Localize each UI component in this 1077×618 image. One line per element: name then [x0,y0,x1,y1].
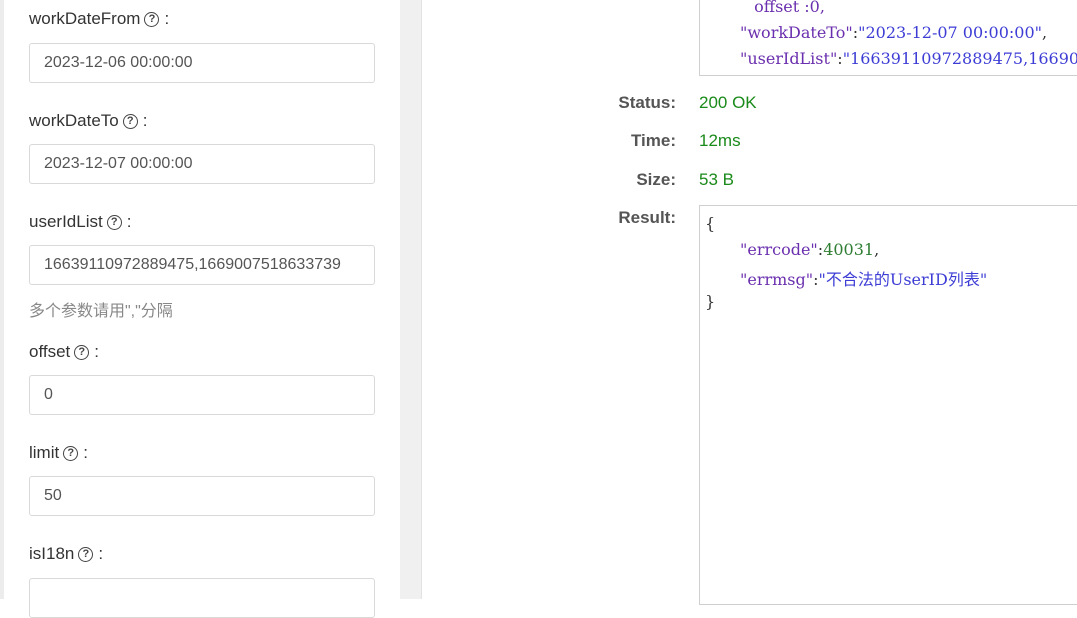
help-icon[interactable]: ? [144,11,160,27]
size-value: 53 B [699,170,734,189]
code-line: offset :0, [749,0,825,16]
field-label-text: userIdList [29,212,103,231]
panel-edge [0,0,4,599]
code-line: { [705,214,715,233]
code-line: "userIdList":"16639110972889475,166900 [740,49,1077,68]
isi18n-label: isI18n ? : [29,544,103,564]
colon: : [126,212,132,231]
json-key: "userIdList" [740,49,838,68]
workdateto-input[interactable] [29,144,375,184]
help-icon[interactable]: ? [122,113,138,129]
colon: : [164,9,170,28]
code-line: "workDateTo":"2023-12-07 00:00:00", [740,23,1047,42]
json-string: "不合法的UserID列表" [818,270,988,289]
request-params-panel: workDateFrom ? : workDateTo ? : userIdLi… [0,0,400,618]
json-string: "16639110972889475,166900 [842,49,1077,68]
colon: : [98,544,104,563]
json-fragment: offset :0, [749,0,825,16]
field-label-text: isI18n [29,544,75,563]
field-label-text: workDateTo [29,111,119,130]
json-key: "errcode" [740,240,818,259]
colon: : [94,342,100,361]
json-comma: , [874,240,880,259]
field-label-text: workDateFrom [29,9,141,28]
help-icon[interactable]: ? [74,344,90,360]
status-label: Status: [618,93,676,112]
limit-label: limit ? : [29,443,88,463]
useridlist-hint: 多个参数请用","分隔 [29,303,173,320]
workdatefrom-input[interactable] [29,43,375,83]
help-icon[interactable]: ? [63,445,79,461]
json-key: "errmsg" [740,270,814,289]
json-comma: , [1042,23,1048,42]
workdateto-label: workDateTo ? : [29,111,148,131]
code-line: } [705,292,715,311]
help-icon[interactable]: ? [78,546,94,562]
json-brace: { [705,214,716,233]
time-value: 12ms [699,131,741,150]
help-icon[interactable]: ? [106,214,122,230]
offset-input[interactable] [29,375,375,415]
status-value: 200 OK [699,93,757,112]
json-string: "2023-12-07 00:00:00" [858,23,1043,42]
json-number: 40031 [823,240,875,259]
json-key: "workDateTo" [740,23,853,42]
useridlist-input[interactable] [29,245,375,285]
result-label: Result: [618,208,676,227]
field-label-text: offset [29,342,71,361]
limit-input[interactable] [29,476,375,516]
code-line: "errmsg":"不合法的UserID列表" [740,266,987,290]
colon: : [142,111,148,130]
isi18n-input[interactable] [29,578,375,618]
result-box[interactable]: { "errcode":40031, "errmsg":"不合法的UserID列… [699,205,1077,605]
useridlist-label: userIdList ? : [29,212,131,232]
panel-splitter[interactable] [400,0,422,599]
offset-label: offset ? : [29,342,99,362]
size-label: Size: [636,170,676,189]
code-line: "errcode":40031, [740,240,879,259]
time-label: Time: [630,131,676,150]
colon: : [83,443,88,462]
field-label-text: limit [29,443,60,462]
request-preview-box: offset :0, "workDateTo":"2023-12-07 00:0… [699,0,1077,76]
workdatefrom-label: workDateFrom ? : [29,9,169,29]
json-brace: } [705,292,716,311]
